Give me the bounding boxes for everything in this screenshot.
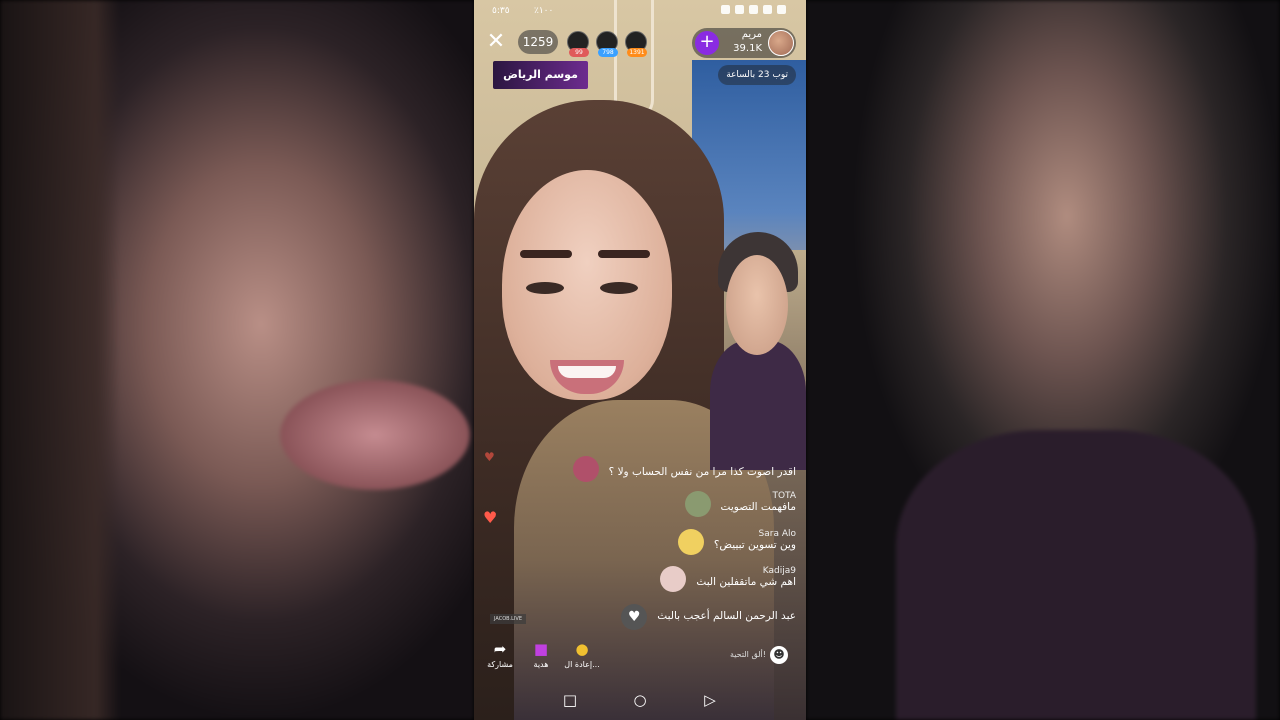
wifi-icon — [763, 5, 772, 14]
replay-icon: ● — [575, 640, 589, 658]
watermark: JACOB.LIVE — [490, 614, 526, 624]
blurred-backdrop-left — [0, 0, 474, 720]
comment-text: اقدر اصوت كذا مرا من نفس الحساب ولا ؟ — [608, 466, 796, 478]
heart-icon: ♥ — [483, 508, 498, 527]
list-item[interactable]: TOTA مافهمت التصويت — [684, 491, 796, 517]
follow-button[interactable]: + — [695, 31, 719, 55]
top-viewer-avatar[interactable]: 1391 — [625, 31, 647, 57]
comment-user[interactable]: Sara Alo — [714, 529, 796, 539]
guest-face — [726, 255, 788, 355]
share-icon: ➦ — [493, 640, 507, 658]
host-name: مريم — [741, 29, 762, 40]
list-item[interactable]: ♥ عبد الرحمن السالم أعجب بالبث — [621, 604, 796, 630]
avatar[interactable] — [660, 566, 687, 592]
replay-label: إعادة ال... — [564, 660, 600, 669]
emoji-icon[interactable]: ☻ — [770, 646, 788, 664]
back-nav-button[interactable]: ▷ — [700, 690, 720, 710]
heart-icon: ♥ — [484, 450, 495, 464]
gift-button[interactable]: ■ هدية — [521, 640, 561, 669]
host-eye-right — [600, 282, 638, 294]
list-item[interactable]: Kadija9 اهم شي ماتقفلين البث — [660, 566, 796, 592]
host-info-pill[interactable]: + مريم 39.1K — [692, 28, 796, 58]
share-button[interactable]: ➦ مشاركة — [480, 640, 520, 669]
avatar[interactable] — [684, 491, 711, 517]
hourly-rank-badge[interactable]: توب 23 بالساعة — [718, 65, 796, 85]
comment-text: اهم شي ماتقفلين البث — [696, 576, 796, 588]
list-item[interactable]: Sara Alo وين تسوين تبييض؟ — [677, 529, 796, 555]
share-label: مشاركة — [487, 660, 513, 669]
heart-icon: ♥ — [621, 604, 648, 630]
host-eye-left — [526, 282, 564, 294]
home-nav-button[interactable]: ○ — [630, 690, 650, 710]
recents-nav-button[interactable]: □ — [560, 690, 580, 710]
status-bar: ٥:٣٥ ٪١٠٠ — [474, 4, 806, 20]
backdrop-hair — [0, 0, 120, 720]
live-stream-screen: ٥:٣٥ ٪١٠٠ ✕ 1259 99 798 1391 موسم الرياض… — [474, 0, 806, 720]
host-brow-right — [598, 250, 650, 258]
promo-banner[interactable]: موسم الرياض — [493, 61, 588, 89]
avatar[interactable] — [572, 456, 599, 482]
replay-button[interactable]: ● إعادة ال... — [562, 640, 602, 669]
avatar[interactable] — [677, 529, 704, 555]
host-likes: 39.1K — [733, 43, 762, 54]
host-teeth — [558, 366, 616, 378]
backdrop-lips — [280, 380, 470, 490]
top-viewer-badge: 1391 — [627, 48, 647, 57]
blurred-backdrop-right — [806, 0, 1280, 720]
host-brow-left — [520, 250, 572, 258]
gift-label: هدية — [533, 660, 549, 669]
comment-text: وين تسوين تبييض؟ — [713, 539, 796, 551]
top-viewer-avatar[interactable]: 99 — [567, 31, 589, 57]
comment-user[interactable]: Kadija9 — [696, 566, 796, 576]
backdrop-shirt — [896, 430, 1256, 720]
status-battery: ٪١٠٠ — [534, 6, 554, 16]
comment-text: مافهمت التصويت — [720, 501, 796, 513]
status-time: ٥:٣٥ — [492, 6, 510, 16]
top-viewer-avatar[interactable]: 798 — [596, 31, 618, 57]
comment-text: عبد الرحمن السالم أعجب بالبث — [657, 610, 796, 622]
guest-body — [710, 340, 806, 470]
notification-icon — [721, 5, 730, 14]
youtube-icon — [749, 5, 758, 14]
battery-icon — [777, 5, 786, 14]
tiktok-icon — [735, 5, 744, 14]
viewer-count[interactable]: 1259 — [518, 30, 558, 54]
top-viewer-badge: 798 — [598, 48, 618, 57]
gift-icon: ■ — [533, 640, 549, 658]
top-viewer-badge: 99 — [569, 48, 589, 57]
comment-input[interactable]: ألق التحية! — [730, 650, 766, 659]
host-avatar[interactable] — [768, 30, 794, 56]
stage: ٥:٣٥ ٪١٠٠ ✕ 1259 99 798 1391 موسم الرياض… — [0, 0, 1280, 720]
status-icons — [721, 5, 786, 14]
list-item[interactable]: اقدر اصوت كذا مرا من نفس الحساب ولا ؟ — [572, 456, 796, 482]
close-icon[interactable]: ✕ — [486, 31, 506, 53]
comment-user[interactable]: TOTA — [721, 491, 796, 501]
